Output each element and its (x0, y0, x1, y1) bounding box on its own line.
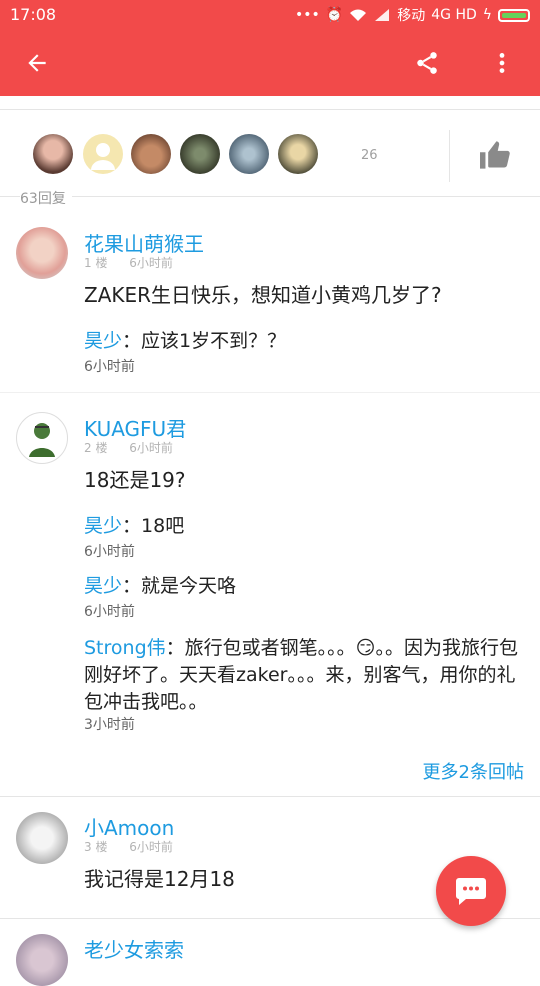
floor-label: 3 楼 (84, 840, 108, 854)
reply-time: 6小时前 (84, 359, 135, 375)
back-button[interactable] (18, 44, 56, 82)
reply-item[interactable]: Strong伟：旅行包或者钢笔。。。😏。。因为我旅行包刚好坏了。天天看zaker… (84, 635, 524, 716)
smirk-emoji-icon: 😏 (355, 637, 376, 659)
divider (0, 196, 540, 197)
reply-username[interactable]: 昊少 (84, 515, 122, 537)
status-time: 17:08 (10, 5, 57, 24)
share-icon (417, 52, 437, 74)
liker-avatar[interactable] (131, 134, 171, 174)
charging-icon: ϟ (482, 7, 492, 23)
comment-username[interactable]: KUAGFU君 (84, 413, 186, 442)
comment-time: 6小时前 (129, 840, 173, 854)
reply-time: 6小时前 (84, 544, 135, 560)
comment-text: ZAKER生日快乐，想知道小黄鸡几岁了? (84, 283, 442, 307)
reply-username[interactable]: 昊少 (84, 575, 122, 597)
reply-username[interactable]: Strong伟 (84, 637, 166, 659)
share-button[interactable] (408, 44, 446, 82)
liker-avatar[interactable] (180, 134, 220, 174)
menu-button[interactable] (483, 44, 521, 82)
comment-time: 6小时前 (129, 256, 173, 270)
reply-text: 就是今天咯 (141, 575, 237, 597)
floor-label: 2 楼 (84, 441, 108, 455)
reply-time: 3小时前 (84, 717, 135, 733)
more-replies-link[interactable]: 更多2条回帖 (423, 758, 524, 784)
liker-avatar[interactable] (83, 134, 123, 174)
user-avatar[interactable] (16, 934, 68, 986)
reply-count: 63回复 (20, 188, 72, 208)
comment-username[interactable]: 老少女索索 (84, 934, 184, 963)
battery-icon (498, 8, 530, 22)
thumb-up-icon[interactable] (478, 140, 512, 170)
reply-text: 旅行包或者钢笔。。。 (184, 637, 356, 659)
signal-icon (375, 9, 390, 21)
like-count: 26 (361, 148, 378, 163)
divider (0, 796, 540, 797)
comment-text: 我记得是12月18 (84, 867, 235, 891)
divider (0, 109, 540, 110)
reply-username[interactable]: 昊少 (84, 330, 122, 352)
liker-avatar[interactable] (278, 134, 318, 174)
chat-bubble-icon (456, 878, 486, 905)
reply-item[interactable]: 昊少：就是今天咯 (84, 573, 524, 600)
comment-username[interactable]: 花果山萌猴王 (84, 228, 204, 257)
reply-text: 应该1岁不到？？ (141, 330, 287, 352)
app-bar (0, 30, 540, 96)
reply-time: 6小时前 (84, 604, 135, 620)
comment-username[interactable]: 小Amoon (84, 812, 174, 841)
user-avatar[interactable] (16, 812, 68, 864)
floor-label: 1 楼 (84, 256, 108, 270)
reply-item[interactable]: 昊少：18吧 (84, 513, 524, 540)
more-vertical-icon (499, 53, 505, 73)
alarm-icon: ⏰ (325, 7, 344, 23)
dots-icon: ••• (295, 7, 320, 23)
comment-fab-button[interactable] (436, 856, 506, 926)
divider (0, 392, 540, 393)
network: 4G HD (431, 7, 477, 23)
separator (449, 130, 450, 182)
comment-time: 6小时前 (129, 441, 173, 455)
reply-item[interactable]: 昊少：应该1岁不到？？ (84, 328, 524, 355)
wifi-icon (350, 9, 367, 21)
comment-text: 18还是19? (84, 468, 186, 492)
arrow-left-icon (28, 54, 46, 72)
liker-avatar[interactable] (33, 134, 73, 174)
user-avatar[interactable] (16, 227, 68, 279)
carrier: 移动 (397, 8, 426, 24)
liker-avatar[interactable] (229, 134, 269, 174)
reply-text: 18吧 (141, 515, 185, 537)
user-avatar[interactable] (16, 412, 68, 464)
status-bar: 17:08 ••• ⏰ 移动 4G HD ϟ (0, 0, 540, 30)
